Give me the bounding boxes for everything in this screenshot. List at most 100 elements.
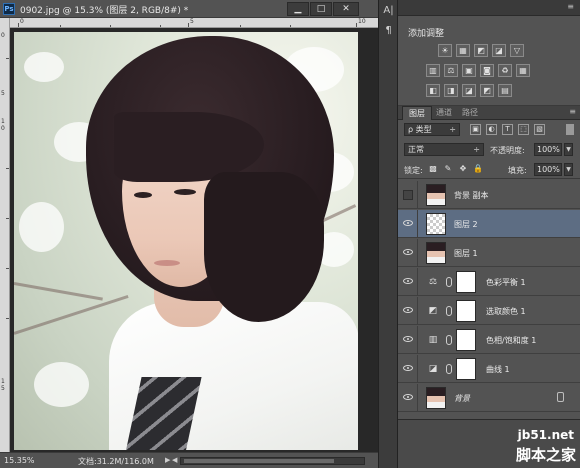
exposure-icon[interactable]: ◪ bbox=[492, 44, 506, 57]
layers-panel-tabs: 图层 通道 路径 ≡ bbox=[398, 106, 580, 120]
shape-filter-icon[interactable]: ⬚ bbox=[518, 124, 529, 135]
threshold-icon[interactable]: ◪ bbox=[462, 84, 476, 97]
visibility-toggle[interactable] bbox=[398, 297, 418, 325]
blend-mode-select[interactable]: 正常 ÷ bbox=[404, 143, 484, 156]
photoshop-logo-icon: Ps bbox=[3, 3, 15, 15]
levels-icon[interactable]: ▦ bbox=[456, 44, 470, 57]
scroll-left-arrow-icon[interactable]: ◀ bbox=[172, 456, 177, 464]
filter-kind-select[interactable]: ρ 类型 ÷ bbox=[404, 123, 460, 136]
minimize-button[interactable]: ▁ bbox=[287, 2, 309, 16]
visibility-toggle[interactable] bbox=[398, 384, 418, 412]
scrollbar-thumb[interactable] bbox=[184, 459, 334, 463]
lock-position-icon[interactable]: ✥ bbox=[458, 164, 468, 174]
tab-layers[interactable]: 图层 bbox=[402, 106, 432, 120]
layer-name[interactable]: 曲线 1 bbox=[486, 364, 510, 375]
eye-icon[interactable] bbox=[403, 220, 413, 226]
tab-channels[interactable]: 通道 bbox=[430, 106, 458, 120]
canvas-area[interactable] bbox=[10, 28, 378, 452]
layer-row[interactable]: ◩ 选取颜色 1 bbox=[398, 297, 580, 325]
status-menu-arrow-icon[interactable]: ▶ bbox=[165, 456, 170, 464]
portrait-photo[interactable] bbox=[14, 32, 358, 450]
visibility-toggle[interactable] bbox=[398, 210, 418, 238]
curves-icon[interactable]: ◩ bbox=[474, 44, 488, 57]
visibility-toggle[interactable] bbox=[398, 355, 418, 383]
panel-collapse-bar[interactable]: ≡ bbox=[398, 0, 580, 16]
visibility-toggle[interactable] bbox=[398, 326, 418, 354]
vibrance-icon[interactable]: ▽ bbox=[510, 44, 524, 57]
visibility-toggle[interactable] bbox=[398, 239, 418, 267]
layer-name[interactable]: 色彩平衡 1 bbox=[486, 277, 526, 288]
layer-name[interactable]: 图层 2 bbox=[454, 219, 478, 230]
link-icon[interactable] bbox=[446, 335, 452, 345]
layer-thumbnail bbox=[426, 242, 446, 264]
opacity-slider-arrow-icon[interactable]: ▼ bbox=[564, 143, 573, 156]
link-icon[interactable] bbox=[446, 306, 452, 316]
fill-input[interactable]: 100% bbox=[534, 163, 562, 176]
eye-icon[interactable] bbox=[403, 278, 413, 284]
eye-icon[interactable] bbox=[403, 394, 413, 400]
layer-row[interactable]: 图层 1 bbox=[398, 239, 580, 267]
filter-toggle[interactable] bbox=[566, 124, 574, 135]
blossom bbox=[24, 52, 64, 82]
character-panel-icon[interactable]: A| bbox=[382, 4, 395, 18]
lock-all-icon[interactable]: 🔒 bbox=[473, 164, 483, 174]
adjustment-filter-icon[interactable]: ◐ bbox=[486, 124, 497, 135]
paragraph-panel-icon[interactable]: ¶ bbox=[382, 24, 395, 38]
pixel-filter-icon[interactable]: ▣ bbox=[470, 124, 481, 135]
layers-menu-icon[interactable]: ≡ bbox=[569, 107, 576, 116]
type-filter-icon[interactable]: T bbox=[502, 124, 513, 135]
invert-icon[interactable]: ◧ bbox=[426, 84, 440, 97]
horizontal-scrollbar[interactable] bbox=[180, 457, 365, 465]
fill-slider-arrow-icon[interactable]: ▼ bbox=[564, 163, 573, 176]
visibility-toggle[interactable] bbox=[398, 268, 418, 296]
black-white-icon[interactable]: ▣ bbox=[462, 64, 476, 77]
tab-paths[interactable]: 路径 bbox=[456, 106, 484, 120]
vertical-ruler[interactable]: 0 5 1 0 1 5 bbox=[0, 18, 10, 452]
layer-mask[interactable] bbox=[456, 358, 476, 380]
layer-name[interactable]: 背景 副本 bbox=[454, 190, 489, 201]
color-balance-icon[interactable]: ⚖ bbox=[444, 64, 458, 77]
link-icon[interactable] bbox=[446, 364, 452, 374]
eye-icon[interactable] bbox=[403, 307, 413, 313]
layer-name[interactable]: 背景 bbox=[454, 393, 470, 404]
hidden-visibility-box[interactable] bbox=[403, 190, 413, 200]
zoom-level[interactable]: 15.35% bbox=[4, 456, 35, 465]
layer-row[interactable]: 背景 bbox=[398, 384, 580, 412]
posterize-icon[interactable]: ◨ bbox=[444, 84, 458, 97]
right-panels: ≡ 添加调整 ☀ ▦ ◩ ◪ ▽ ▥ ⚖ ▣ ◙ ♻ ▦ ◧ ◨ ◪ ◩ ▤ 图… bbox=[398, 0, 580, 468]
layer-row[interactable]: ⚖ 色彩平衡 1 bbox=[398, 268, 580, 296]
channel-mixer-icon[interactable]: ♻ bbox=[498, 64, 512, 77]
document-titlebar[interactable]: Ps 0902.jpg @ 15.3% (图层 2, RGB/8#) * ▁ □… bbox=[0, 0, 378, 18]
selective-color-icon[interactable]: ◩ bbox=[480, 84, 494, 97]
maximize-button[interactable]: □ bbox=[310, 2, 332, 16]
eye-icon[interactable] bbox=[403, 249, 413, 255]
layer-mask[interactable] bbox=[456, 300, 476, 322]
horizontal-ruler[interactable]: 0 5 10 bbox=[10, 18, 378, 28]
layer-name[interactable]: 选取颜色 1 bbox=[486, 306, 526, 317]
lock-pixels-icon[interactable]: ✎ bbox=[443, 164, 453, 174]
panel-menu-icon[interactable]: ≡ bbox=[567, 2, 574, 11]
photo-filter-icon[interactable]: ◙ bbox=[480, 64, 494, 77]
status-bar: 15.35% 文档:31.2M/116.0M ▶ ◀ bbox=[0, 452, 378, 468]
link-icon[interactable] bbox=[446, 277, 452, 287]
eye-icon[interactable] bbox=[403, 365, 413, 371]
eye-icon[interactable] bbox=[403, 336, 413, 342]
layer-name[interactable]: 图层 1 bbox=[454, 248, 478, 259]
smart-object-filter-icon[interactable]: ▧ bbox=[534, 124, 545, 135]
layer-name[interactable]: 色相/饱和度 1 bbox=[486, 335, 536, 346]
color-lookup-icon[interactable]: ▦ bbox=[516, 64, 530, 77]
layer-row[interactable]: ▥ 色相/饱和度 1 bbox=[398, 326, 580, 354]
lock-transparency-icon[interactable]: ▩ bbox=[428, 164, 438, 174]
layer-mask[interactable] bbox=[456, 329, 476, 351]
layer-row-selected[interactable]: 图层 2 bbox=[398, 210, 580, 238]
brightness-contrast-icon[interactable]: ☀ bbox=[438, 44, 452, 57]
adjustments-row-2: ▥ ⚖ ▣ ◙ ♻ ▦ bbox=[426, 64, 530, 77]
opacity-input[interactable]: 100% bbox=[534, 143, 562, 156]
gradient-map-icon[interactable]: ▤ bbox=[498, 84, 512, 97]
close-button[interactable]: ✕ bbox=[333, 2, 359, 16]
layer-row[interactable]: 背景 副本 bbox=[398, 181, 580, 209]
visibility-toggle[interactable] bbox=[398, 181, 418, 209]
layer-mask[interactable] bbox=[456, 271, 476, 293]
layer-row[interactable]: ◪ 曲线 1 bbox=[398, 355, 580, 383]
hue-saturation-icon[interactable]: ▥ bbox=[426, 64, 440, 77]
